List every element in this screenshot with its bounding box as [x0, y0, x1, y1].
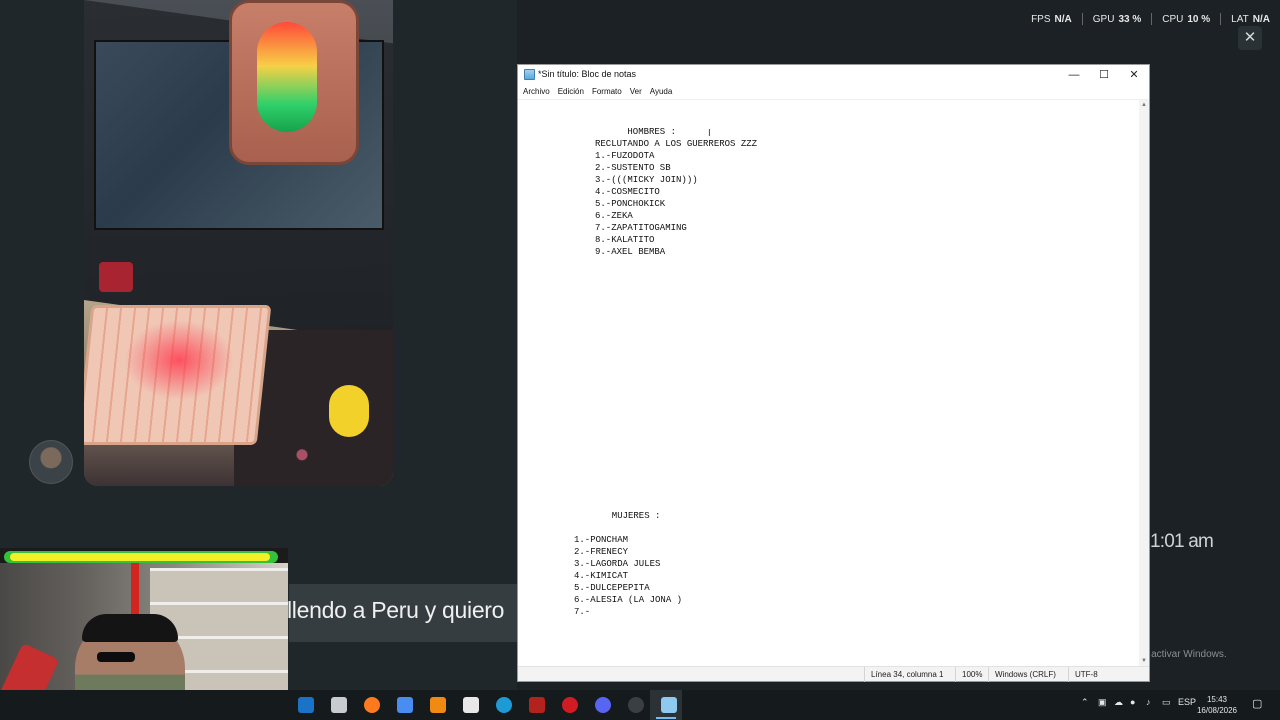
- status-line-ending: Windows (CRLF): [988, 667, 1056, 682]
- copilot-icon[interactable]: [397, 697, 413, 713]
- message-timestamp: 1:01 am: [1150, 531, 1214, 552]
- text-line: 7.-: [574, 607, 591, 617]
- text-line: 8.-KALATITO: [595, 235, 655, 245]
- taskbar-clock[interactable]: 15:43 16/08/2026: [1196, 694, 1238, 716]
- firefox-icon[interactable]: [364, 697, 380, 713]
- text-line: 7.-ZAPATITOGAMING: [595, 223, 687, 233]
- chat-image[interactable]: [84, 0, 393, 486]
- text-line: 6.-ALESIA (LA JONA ): [574, 595, 683, 605]
- tray-cloud-icon[interactable]: ☁: [1114, 697, 1123, 708]
- text-cursor-icon: I: [708, 128, 711, 139]
- notepad-app-icon: [524, 69, 535, 80]
- webcam-person-hair: [82, 614, 178, 642]
- file-explorer-icon[interactable]: [331, 697, 347, 713]
- window-title: *Sin título: Bloc de notas: [538, 69, 637, 79]
- outlook-icon[interactable]: [298, 697, 314, 713]
- menu-edicion[interactable]: Edición: [557, 85, 589, 99]
- notepad-window[interactable]: *Sin título: Bloc de notas — ☐ ✕ Archivo…: [517, 64, 1150, 682]
- perf-value: 10 %: [1187, 13, 1211, 25]
- photo-cup: [99, 262, 133, 292]
- tray-mic-icon[interactable]: ●: [1130, 697, 1135, 707]
- menu-bar: Archivo Edición Formato Ver Ayuda: [518, 85, 1149, 99]
- overlay-close-button[interactable]: ✕: [1238, 26, 1262, 50]
- vertical-scrollbar[interactable]: ▲ ▼: [1139, 100, 1149, 666]
- scroll-up-icon[interactable]: ▲: [1141, 102, 1147, 108]
- avatar[interactable]: [29, 440, 73, 484]
- tray-overflow-icon[interactable]: ⌃: [1081, 697, 1089, 708]
- perf-gpu: GPU 33 %: [1093, 14, 1141, 25]
- perf-separator: [1151, 13, 1153, 25]
- perf-value: 33 %: [1118, 13, 1142, 25]
- text-line: MUJERES :: [574, 511, 661, 521]
- taskbar-active-indicator: [656, 717, 676, 719]
- text-line: 3.-(((MICKY JOIN))): [595, 175, 698, 185]
- audio-level-fill: [10, 553, 270, 561]
- vlc-icon[interactable]: [430, 697, 446, 713]
- text-line: 4.-KIMICAT: [574, 571, 629, 581]
- status-zoom: 100%: [955, 667, 982, 682]
- caption-text: llendo a Peru y quiero: [287, 597, 505, 623]
- perf-label: FPS: [1031, 13, 1051, 25]
- dota-icon[interactable]: [529, 697, 545, 713]
- text-line: 5.-PONCHOKICK: [595, 199, 666, 209]
- status-encoding: UTF-8: [1068, 667, 1098, 682]
- perf-label: GPU: [1092, 13, 1115, 25]
- menu-archivo[interactable]: Archivo: [522, 85, 555, 99]
- audio-level-bar: [4, 551, 278, 563]
- perf-fps: FPS N/A: [1031, 14, 1072, 25]
- clock-time: 15:43: [1206, 695, 1228, 704]
- text-line: 6.-ZEKA: [595, 211, 633, 221]
- tray-network-icon[interactable]: ▭: [1162, 697, 1171, 708]
- status-position: Línea 34, columna 1: [864, 667, 944, 682]
- language-indicator[interactable]: ESP: [1178, 697, 1196, 707]
- close-button[interactable]: ✕: [1119, 65, 1149, 85]
- text-line: 4.-COSMECITO: [595, 187, 660, 197]
- menu-formato[interactable]: Formato: [591, 85, 627, 99]
- text-line: HOMBRES :: [595, 127, 677, 137]
- text-line: 9.-AXEL BEMBA: [595, 247, 666, 257]
- perf-label: CPU: [1162, 13, 1184, 25]
- perf-separator: [1220, 13, 1222, 25]
- photo-mouse: [329, 385, 369, 437]
- clock-date: 16/08/2026: [1196, 706, 1238, 715]
- perf-separator: [1081, 13, 1083, 25]
- photo-keyboard-glow: [124, 320, 234, 400]
- scroll-down-icon[interactable]: ▼: [1141, 658, 1147, 664]
- tray-volume-icon[interactable]: ♪: [1146, 697, 1151, 707]
- opera-icon[interactable]: [562, 697, 578, 713]
- title-bar[interactable]: *Sin título: Bloc de notas — ☐ ✕: [518, 65, 1149, 85]
- maximize-button[interactable]: ☐: [1089, 65, 1119, 85]
- perf-value: N/A: [1252, 13, 1270, 25]
- text-line: 1.-PONCHAM: [574, 535, 629, 545]
- text-line: 2.-SUSTENTO SB: [595, 163, 671, 173]
- text-line: 1.-FUZODOTA: [595, 151, 655, 161]
- right-panel: [1150, 0, 1280, 690]
- perf-label: LAT: [1231, 13, 1249, 25]
- notifications-icon[interactable]: ▢: [1252, 697, 1262, 710]
- menu-ayuda[interactable]: Ayuda: [649, 85, 678, 99]
- perf-lat: LAT N/A: [1231, 14, 1270, 25]
- performance-overlay: FPS N/A GPU 33 % CPU 10 % LAT N/A: [1031, 12, 1270, 26]
- text-line: 3.-LAGORDA JULES: [574, 559, 661, 569]
- perf-value: N/A: [1054, 13, 1072, 25]
- tray-app-icon[interactable]: ▣: [1098, 697, 1107, 708]
- minimize-button[interactable]: —: [1059, 65, 1089, 85]
- webcam-person-glasses: [97, 652, 135, 662]
- chrome-app-icon[interactable]: [628, 697, 644, 713]
- edge-icon[interactable]: [496, 697, 512, 713]
- notepad-icon[interactable]: [661, 697, 677, 713]
- text-editor[interactable]: HOMBRES : RECLUTANDO A LOS GUERREROS ZZZ 1…: [518, 100, 1138, 666]
- text-line: 5.-DULCEPEPITA: [574, 583, 650, 593]
- discord-icon[interactable]: [595, 697, 611, 713]
- menu-ver[interactable]: Ver: [629, 85, 647, 99]
- store-icon[interactable]: [463, 697, 479, 713]
- text-line: 2.-FRENECY: [574, 547, 629, 557]
- text-line: RECLUTANDO A LOS GUERREROS ZZZ: [595, 139, 758, 149]
- photo-mic-light: [257, 22, 317, 132]
- status-bar: Línea 34, columna 1 100% Windows (CRLF) …: [518, 666, 1149, 682]
- perf-cpu: CPU 10 %: [1162, 14, 1210, 25]
